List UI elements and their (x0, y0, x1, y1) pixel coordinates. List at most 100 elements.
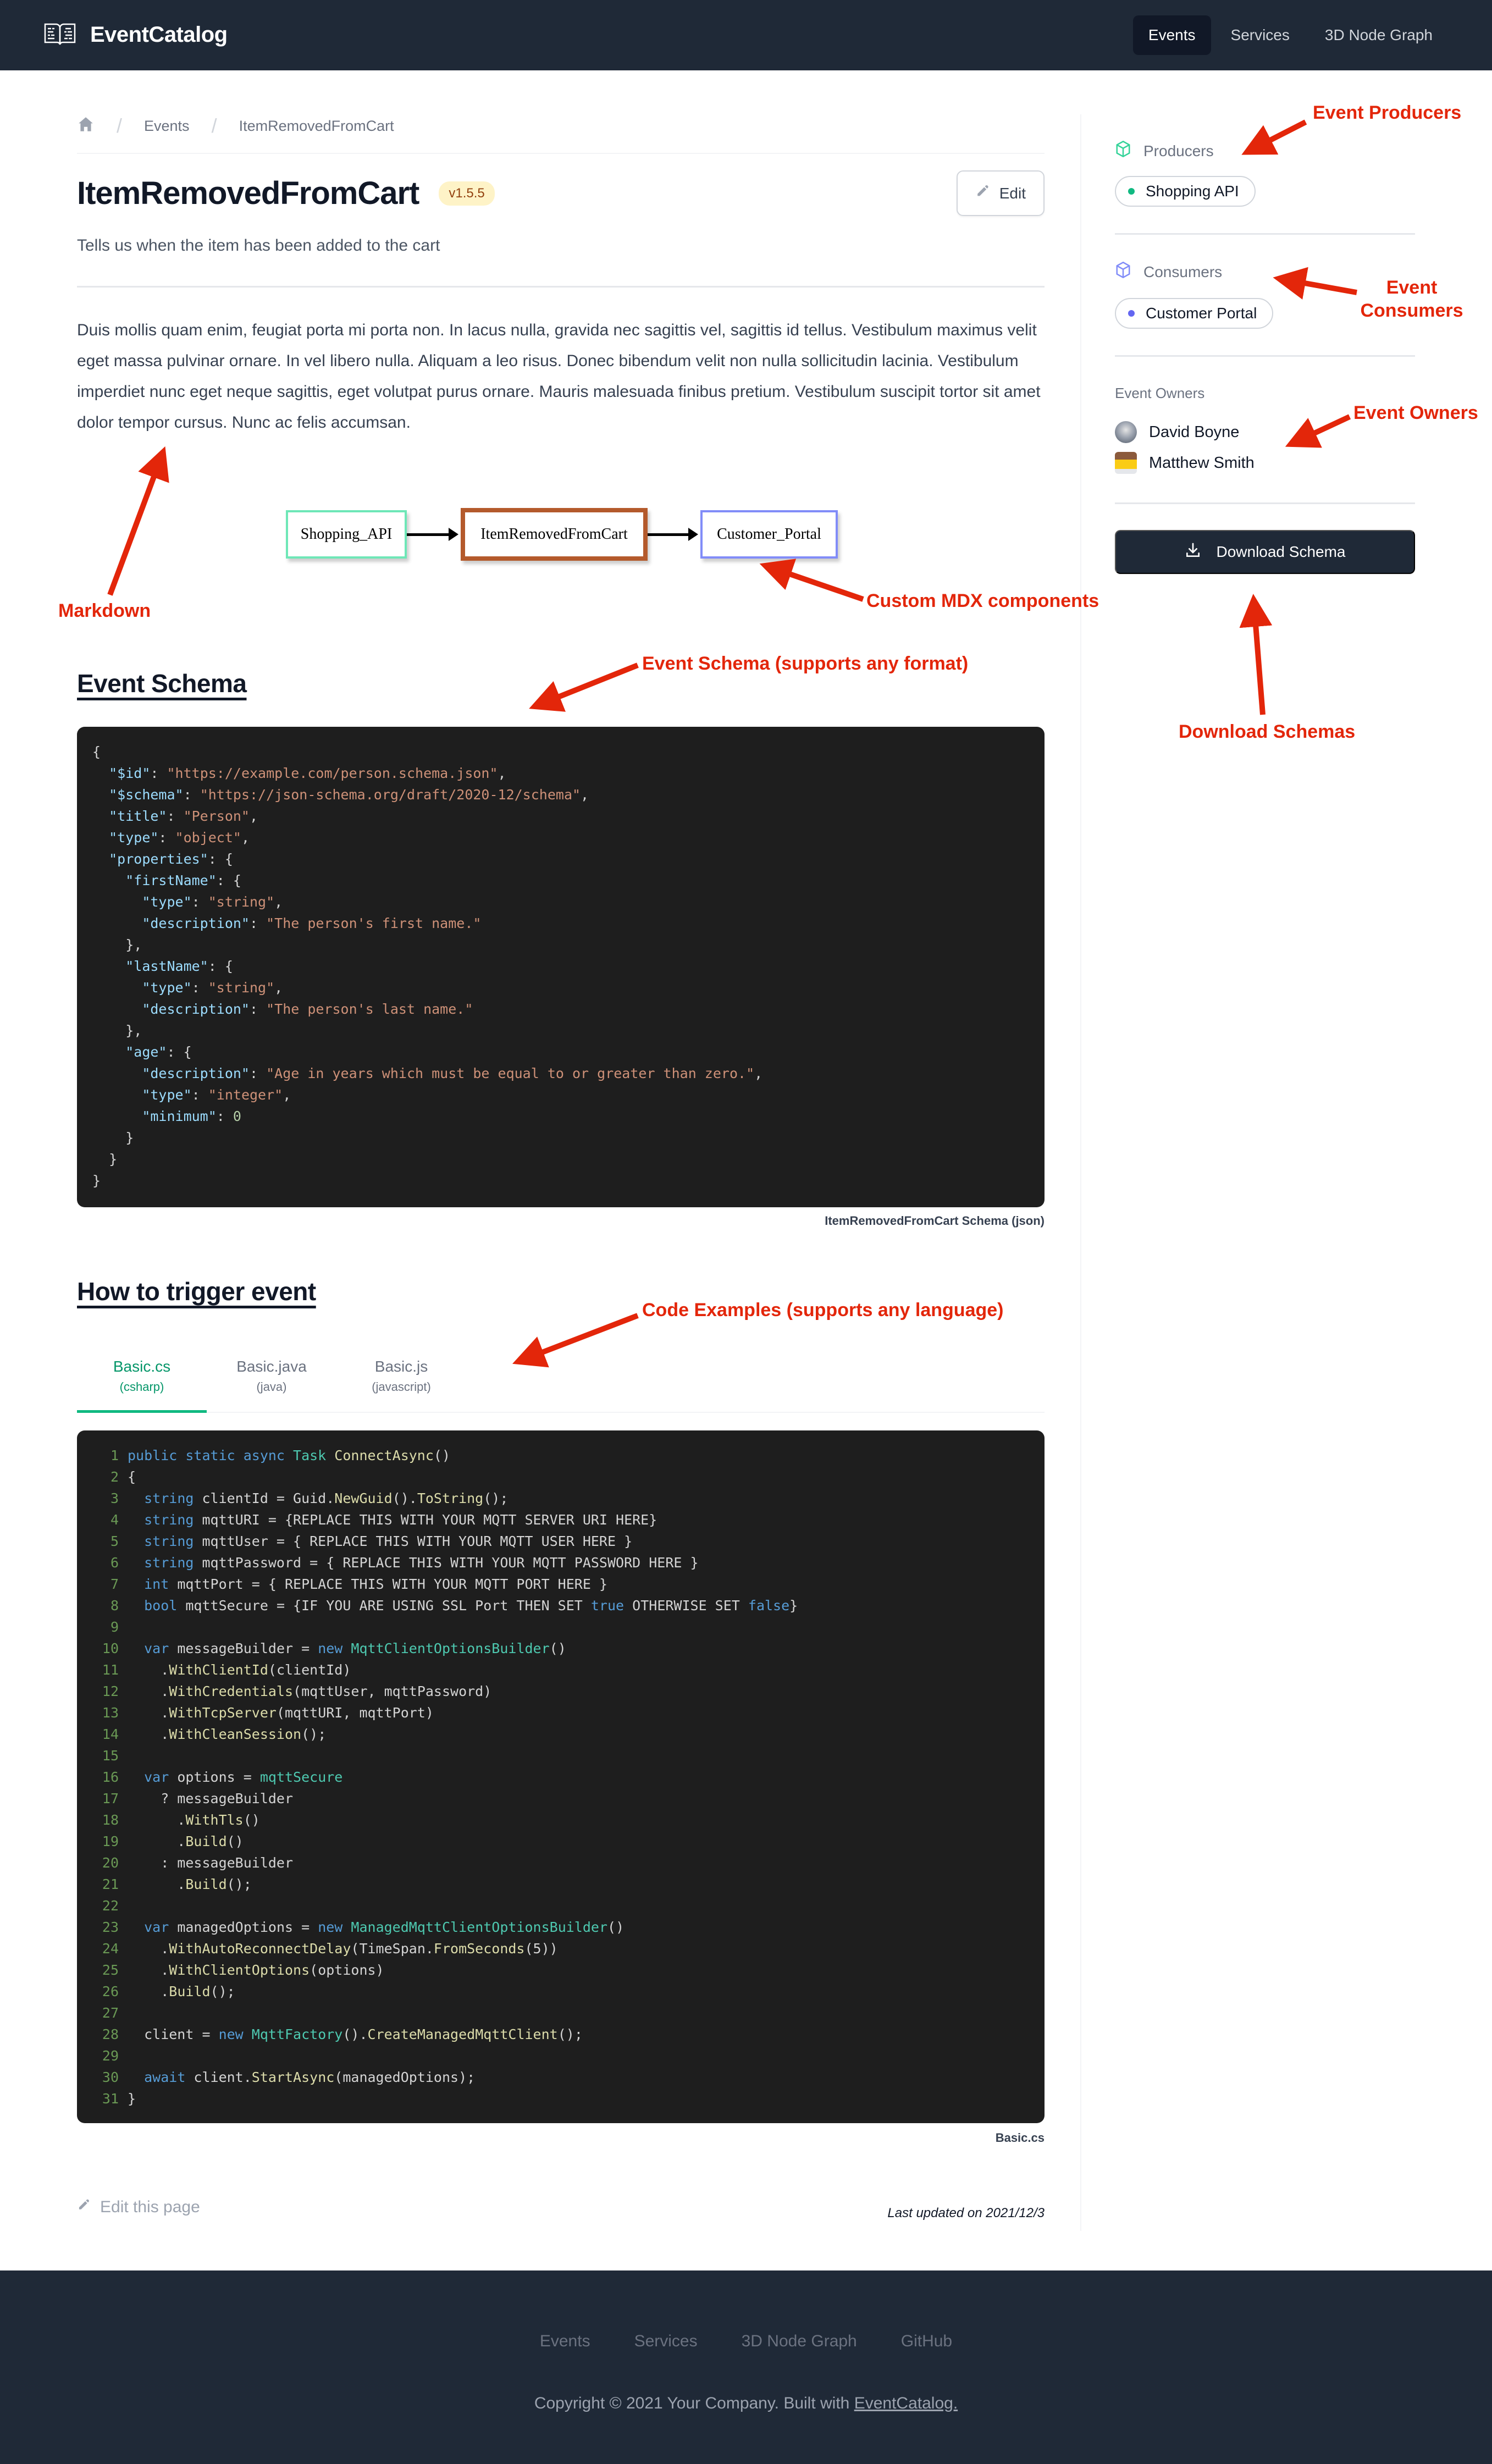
divider (1115, 502, 1415, 504)
line-number: 26 (102, 1984, 119, 1999)
eventcatalog-link[interactable]: EventCatalog. (854, 2394, 958, 2412)
diagram-node-event[interactable]: ItemRemovedFromCart (461, 508, 648, 561)
footer-link-services[interactable]: Services (634, 2332, 698, 2351)
code-line: "firstName": { (125, 872, 241, 888)
code-line: 27 (92, 2002, 1029, 2024)
line-number: 23 (102, 1919, 119, 1935)
download-schema-button[interactable]: Download Schema (1115, 530, 1415, 574)
owner-name: David Boyne (1149, 423, 1240, 441)
diagram-edge-arrow (648, 528, 698, 541)
code-line: "type": "object", (109, 830, 250, 846)
line-number: 31 (102, 2091, 119, 2107)
line-number: 20 (102, 1855, 119, 1871)
arrow-owners (1285, 414, 1351, 448)
download-schema-label: Download Schema (1216, 543, 1346, 560)
code-line: 30 await client.StartAsync(managedOption… (92, 2067, 1029, 2088)
schema-caption: ItemRemovedFromCart Schema (json) (825, 1214, 1045, 1228)
breadcrumb-separator: / (117, 114, 123, 137)
trigger-event-heading[interactable]: How to trigger event (77, 1277, 316, 1306)
footer-link-github[interactable]: GitHub (901, 2332, 952, 2351)
line-number: 19 (102, 1833, 119, 1849)
code-line: 9 (92, 1616, 1029, 1638)
code-line: { (92, 744, 101, 760)
nav-link-3d-node-graph[interactable]: 3D Node Graph (1309, 15, 1448, 55)
owner-name: Matthew Smith (1149, 454, 1255, 472)
annotation-markdown: Markdown (58, 600, 151, 621)
book-logo-icon (44, 21, 76, 49)
tab-basic-java[interactable]: Basic.java (java) (207, 1341, 336, 1412)
line-number: 25 (102, 1962, 119, 1978)
code-line: 14 .WithCleanSession(); (92, 1723, 1029, 1745)
arrow-producers (1241, 119, 1307, 155)
line-number: 3 (110, 1490, 119, 1506)
code-line: "type": "string", (142, 980, 283, 996)
owners-heading: Event Owners (1115, 385, 1205, 401)
code-tabs: Basic.cs (csharp) Basic.java (java) Basi… (77, 1341, 1045, 1413)
download-icon (1184, 542, 1202, 563)
line-number: 28 (102, 2026, 119, 2042)
footer-link-3d-node-graph[interactable]: 3D Node Graph (742, 2332, 857, 2351)
code-line: 10 var messageBuilder = new MqttClientOp… (92, 1638, 1029, 1659)
code-line: }, (92, 937, 142, 953)
line-number: 7 (110, 1576, 119, 1592)
top-navbar: EventCatalog Events Services 3D Node Gra… (0, 0, 1492, 70)
code-line: 31} (92, 2088, 1029, 2109)
code-line: 3 string clientId = Guid.NewGuid().ToStr… (92, 1488, 1029, 1509)
edit-this-page-link[interactable]: Edit this page (77, 2198, 200, 2217)
site-footer: Events Services 3D Node Graph GitHub Cop… (0, 2270, 1492, 2464)
tab-lang: (javascript) (372, 1380, 431, 1394)
code-line: "age": { (125, 1044, 192, 1060)
avatar (1115, 452, 1137, 474)
consumer-pill[interactable]: Customer Portal (1115, 298, 1274, 329)
tab-file: Basic.java (236, 1358, 307, 1375)
tab-basic-cs[interactable]: Basic.cs (csharp) (77, 1341, 207, 1413)
code-line: "description": "The person's first name.… (142, 915, 482, 931)
code-line: "type": "integer", (142, 1087, 291, 1103)
line-number: 17 (102, 1791, 119, 1806)
owner-david-boyne[interactable]: David Boyne (1115, 421, 1239, 443)
arrow-schema (529, 662, 639, 712)
owner-matthew-smith[interactable]: Matthew Smith (1115, 452, 1255, 474)
code-line: "$schema": "https://json-schema.org/draf… (109, 787, 589, 803)
edit-this-page-label: Edit this page (100, 2198, 200, 2216)
line-number: 29 (102, 2048, 119, 2064)
line-number: 11 (102, 1662, 119, 1678)
producer-pill[interactable]: Shopping API (1115, 176, 1256, 207)
code-line: 15 (92, 1745, 1029, 1766)
brand-logo-link[interactable]: EventCatalog (44, 21, 228, 49)
title-row: ItemRemovedFromCart v1.5.5 Edit (77, 170, 1045, 216)
nav-link-events[interactable]: Events (1132, 15, 1211, 55)
annotation-code: Code Examples (supports any language) (642, 1300, 1004, 1321)
code-line: 6 string mqttPassword = { REPLACE THIS W… (92, 1552, 1029, 1573)
consumer-name: Customer Portal (1146, 305, 1257, 322)
tab-basic-js[interactable]: Basic.js (javascript) (336, 1341, 466, 1412)
nav-link-services[interactable]: Services (1215, 15, 1305, 55)
line-number: 2 (110, 1469, 119, 1485)
annotation-schema: Event Schema (supports any format) (642, 653, 969, 674)
code-caption: Basic.cs (995, 2131, 1045, 2145)
code-line: "$id": "https://example.com/person.schem… (109, 765, 506, 781)
diagram-node-consumer[interactable]: Customer_Portal (700, 510, 838, 559)
line-number: 13 (102, 1705, 119, 1721)
event-schema-heading[interactable]: Event Schema (77, 669, 247, 698)
line-number: 18 (102, 1812, 119, 1828)
code-line: 28 client = new MqttFactory().CreateMana… (92, 2024, 1029, 2045)
line-number: 6 (110, 1555, 119, 1571)
code-line: 25 .WithClientOptions(options) (92, 1959, 1029, 1981)
annotation-mdx: Custom MDX components (866, 590, 1099, 611)
breadcrumb-events[interactable]: Events (144, 118, 190, 135)
code-line: 26 .Build(); (92, 1981, 1029, 2002)
tab-lang: (csharp) (119, 1380, 164, 1394)
divider (77, 286, 1045, 288)
edit-button[interactable]: Edit (956, 170, 1045, 216)
breadcrumb-current[interactable]: ItemRemovedFromCart (239, 118, 394, 135)
code-line: 24 .WithAutoReconnectDelay(TimeSpan.From… (92, 1938, 1029, 1959)
consumers-heading: Consumers (1115, 261, 1222, 283)
code-line: 11 .WithClientId(clientId) (92, 1659, 1029, 1681)
footer-link-events[interactable]: Events (540, 2332, 590, 2351)
code-line: 5 string mqttUser = { REPLACE THIS WITH … (92, 1531, 1029, 1552)
home-icon[interactable] (77, 115, 95, 137)
diagram-node-producer[interactable]: Shopping_API (286, 510, 407, 559)
code-line: 17 ? messageBuilder (92, 1788, 1029, 1809)
line-number: 21 (102, 1876, 119, 1892)
